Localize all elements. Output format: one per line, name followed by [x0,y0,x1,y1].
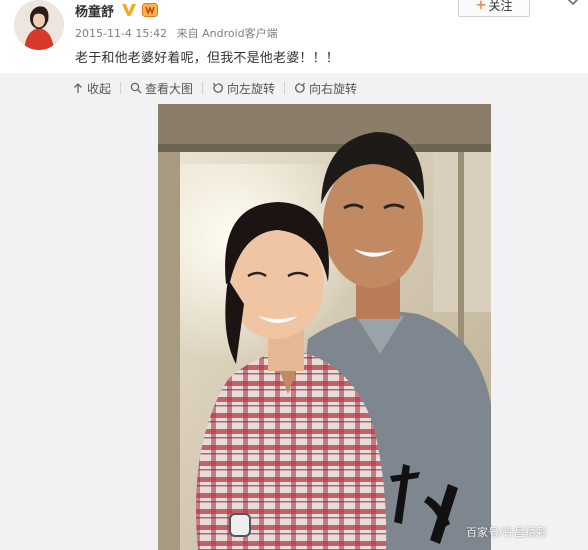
post-photo[interactable]: 天下人家 [158,104,491,550]
post-source: 来自 Android客户端 [176,27,278,40]
author-avatar[interactable] [14,0,64,50]
post-text: 老于和他老婆好着呢，但我不是他老婆！！！ [75,51,340,66]
rotate-left-button[interactable]: 向左旋转 [212,80,275,97]
collapse-up-icon [74,83,82,93]
verified-v-icon [122,4,136,16]
rotate-left-label: 向左旋转 [227,81,276,96]
rotate-right-label: 向右旋转 [309,81,358,96]
post-meta: 2015-11-4 15:42 来自 Android客户端 [75,25,278,41]
post-timestamp[interactable]: 2015-11-4 15:42 [75,27,167,40]
author-name[interactable]: 杨童舒 [75,1,114,20]
follow-button[interactable]: + 关注 [458,0,530,17]
post-header: 杨童舒 2015-11-4 15:42 来自 Android客户端 老于和他老婆… [0,0,588,73]
plus-icon: + [475,0,487,13]
toolbar-divider [120,82,122,94]
image-toolbar: 收起 查看大图 向左旋转 向右旋转 [72,80,357,96]
toolbar-divider [284,82,286,94]
follow-label: 关注 [488,0,513,13]
rotate-right-button[interactable]: 向右旋转 [294,80,357,97]
collapse-label: 收起 [87,81,112,96]
vip-member-icon[interactable] [142,3,158,17]
couple-photo-illustration: 天下人家 [158,104,491,550]
magnifier-icon [130,82,142,94]
watermark-text: 百家号/许昌精彩 [466,526,547,539]
chevron-down-icon[interactable] [566,0,580,8]
rotate-right-icon [295,82,306,93]
rotate-left-icon [213,82,224,93]
view-large-label: 查看大图 [145,81,194,96]
collapse-button[interactable]: 收起 [72,80,111,97]
view-large-button[interactable]: 查看大图 [130,80,193,97]
toolbar-divider [202,82,204,94]
